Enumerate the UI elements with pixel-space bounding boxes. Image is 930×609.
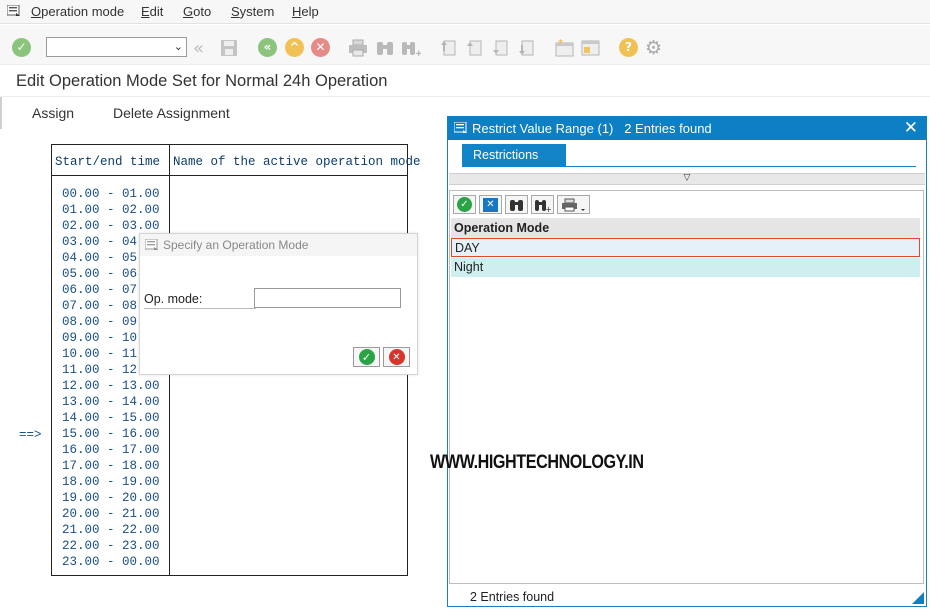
time-slot[interactable]: 10.00 - 11.: [62, 347, 145, 361]
restrict-value-range-dialog: Restrict Value Range (1) 2 Entries found…: [447, 116, 927, 607]
find-button[interactable]: [505, 195, 528, 214]
menu-goto[interactable]: Goto: [183, 4, 211, 19]
page-title: Edit Operation Mode Set for Normal 24h O…: [16, 72, 388, 90]
time-slot[interactable]: 03.00 - 04.: [62, 235, 145, 249]
create-session-icon[interactable]: ★: [555, 38, 575, 58]
expand-triangle-icon: ▽: [683, 173, 691, 183]
time-slot[interactable]: 17.00 - 18.00: [62, 459, 160, 473]
application-toolbar: Assign Delete Assignment: [0, 97, 448, 129]
svg-text:+: +: [415, 49, 421, 57]
list-item[interactable]: Night: [451, 258, 920, 277]
tab-underline: [462, 166, 916, 167]
time-slot[interactable]: 12.00 - 13.00: [62, 379, 160, 393]
dialog-menu-icon[interactable]: [145, 239, 159, 251]
exit-icon[interactable]: ^: [285, 37, 304, 57]
dialog-titlebar: Specify an Operation Mode: [140, 234, 417, 256]
binoculars-icon: [510, 199, 523, 211]
time-slot[interactable]: 13.00 - 14.00: [62, 395, 160, 409]
customize-icon[interactable]: ⚙: [645, 37, 662, 59]
header-divider: [52, 175, 407, 176]
previous-page-icon[interactable]: [465, 38, 483, 58]
toolbar: ✓ ⌄ « « ^ ✕ + ★ ? ⚙: [0, 25, 930, 65]
menu-system[interactable]: System: [231, 4, 274, 19]
find-next-icon[interactable]: +: [401, 38, 421, 58]
close-icon[interactable]: ✕: [904, 118, 918, 138]
menu-bar: Operation mode Edit Goto System Help: [0, 0, 930, 24]
time-slot[interactable]: 14.00 - 15.00: [62, 411, 160, 425]
tab-restrictions[interactable]: Restrictions: [462, 144, 566, 166]
cancel-icon[interactable]: ✕: [311, 37, 330, 57]
label-underline: [144, 308, 256, 309]
resize-handle[interactable]: [912, 592, 924, 604]
back-double-icon[interactable]: «: [193, 38, 204, 59]
first-page-icon[interactable]: [439, 38, 457, 58]
time-slot[interactable]: 00.00 - 01.00: [62, 187, 160, 201]
time-slot[interactable]: 18.00 - 19.00: [62, 475, 160, 489]
help-icon[interactable]: ?: [619, 37, 638, 57]
time-slot[interactable]: 22.00 - 23.00: [62, 539, 160, 553]
copy-button[interactable]: ✓: [453, 195, 476, 214]
close-icon: ✕: [483, 197, 498, 212]
time-slot[interactable]: 02.00 - 03.00: [62, 219, 160, 233]
printer-icon: [561, 198, 585, 211]
column-header-active-mode: Name of the active operation mode: [173, 155, 421, 169]
last-page-icon[interactable]: [517, 38, 535, 58]
dialog-titlebar: Restrict Value Range (1) 2 Entries found…: [448, 117, 926, 140]
time-slot[interactable]: 19.00 - 20.00: [62, 491, 160, 505]
op-mode-label: Op. mode:: [144, 292, 203, 306]
time-slot[interactable]: 20.00 - 21.00: [62, 507, 160, 521]
menu-operation-mode[interactable]: Operation mode: [31, 4, 124, 19]
column-header-start-end-time: Start/end time: [55, 155, 161, 169]
cancel-button[interactable]: ✕: [383, 347, 410, 367]
dialog-menu-icon[interactable]: [454, 122, 468, 134]
column-header-operation-mode[interactable]: Operation Mode: [451, 218, 920, 238]
find-next-button[interactable]: +: [531, 195, 554, 214]
menu-icon[interactable]: [7, 5, 21, 17]
time-slot[interactable]: 06.00 - 07.: [62, 283, 145, 297]
checkmark-icon: ✓: [457, 197, 472, 212]
dialog-title: Specify an Operation Mode: [163, 238, 309, 252]
results-grid: ✓ ✕ + Operation Mode DAY Night: [449, 190, 924, 584]
watermark-text: WWW.HIGHTECHNOLOGY.IN: [430, 452, 644, 473]
time-slot[interactable]: 08.00 - 09.: [62, 315, 145, 329]
chevron-down-icon[interactable]: ⌄: [174, 40, 183, 53]
next-page-icon[interactable]: [491, 38, 509, 58]
time-slot[interactable]: 11.00 - 12.: [62, 363, 145, 377]
cancel-button[interactable]: ✕: [479, 195, 502, 214]
shortcut-icon[interactable]: [581, 38, 601, 58]
dialog-title: Restrict Value Range (1) 2 Entries found: [472, 121, 712, 136]
continue-button[interactable]: ✓: [353, 347, 380, 367]
assign-button[interactable]: Assign: [32, 105, 74, 121]
command-field[interactable]: ⌄: [46, 37, 187, 57]
time-slot[interactable]: 16.00 - 17.00: [62, 443, 160, 457]
close-icon: ✕: [388, 349, 405, 365]
menu-help[interactable]: Help: [292, 4, 319, 19]
op-mode-input[interactable]: [254, 288, 401, 308]
checkmark-icon: ✓: [358, 349, 375, 365]
time-slot[interactable]: 04.00 - 05.: [62, 251, 145, 265]
save-icon[interactable]: [220, 38, 238, 58]
specify-operation-mode-dialog: Specify an Operation Mode Op. mode: ✓ ✕: [139, 233, 418, 375]
enter-icon[interactable]: ✓: [12, 37, 31, 57]
print-icon[interactable]: [348, 38, 368, 58]
find-icon[interactable]: [376, 38, 394, 58]
time-slot[interactable]: 21.00 - 22.00: [62, 523, 160, 537]
time-slot[interactable]: 07.00 - 08.: [62, 299, 145, 313]
menu-edit[interactable]: Edit: [141, 4, 163, 19]
back-icon[interactable]: «: [258, 37, 277, 57]
list-item[interactable]: DAY: [451, 238, 920, 257]
time-slot[interactable]: 23.00 - 00.00: [62, 555, 160, 569]
svg-text:★: ★: [557, 39, 564, 46]
delete-assignment-button[interactable]: Delete Assignment: [113, 105, 230, 121]
time-slot[interactable]: 09.00 - 10.: [62, 331, 145, 345]
collapse-divider[interactable]: ▽: [449, 173, 925, 185]
binoculars-plus-icon: +: [535, 199, 551, 212]
status-footer: 2 Entries found: [470, 590, 555, 604]
current-row-marker: ==>: [19, 428, 42, 442]
time-slot[interactable]: 15.00 - 16.00: [62, 427, 160, 441]
time-slot[interactable]: 01.00 - 02.00: [62, 203, 160, 217]
time-slot[interactable]: 05.00 - 06.: [62, 267, 145, 281]
svg-text:+: +: [545, 205, 551, 212]
print-button[interactable]: [557, 195, 590, 214]
